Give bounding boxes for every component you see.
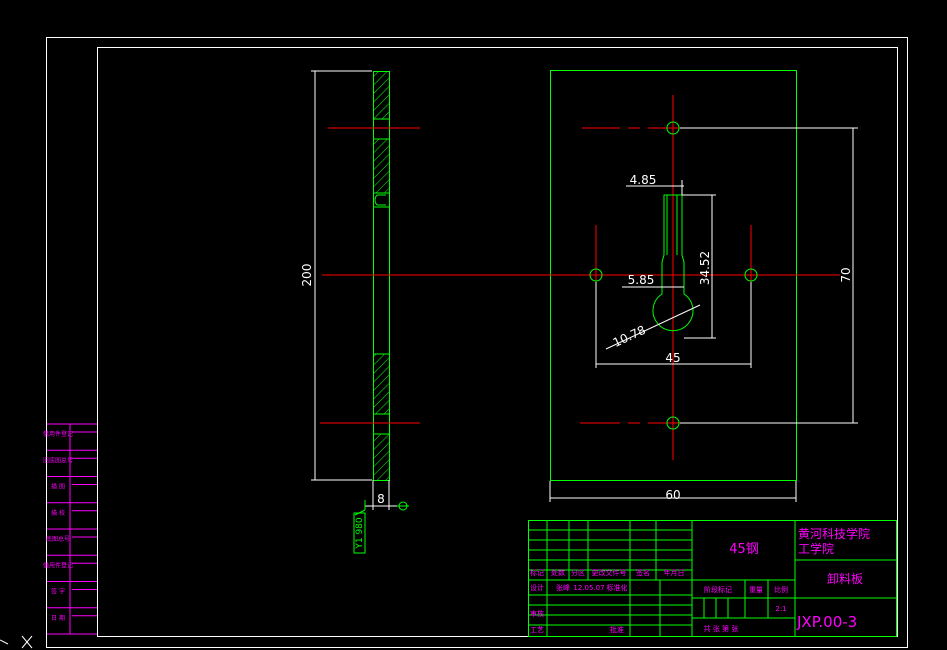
tb-stage-mark: 阶段标记 [704,585,732,594]
material-label: 45钢 [729,542,759,557]
tb-designer: 张峰 [556,583,570,592]
part-name-label: 卸料板 [827,571,863,586]
dim-hole-spacing-h-label: 45 [665,351,680,365]
sidebar-row-label: 描 图 [51,483,65,491]
tb-standardize: 标准化 [607,583,628,592]
tb-change-doc: 更改文件号 [592,568,627,577]
dim-thickness-label: 8 [377,492,385,506]
drawing-number-label: JXP.00-3 [796,613,857,631]
school-label: 黄河科技学院 [798,526,870,541]
sidebar-row-label: 日 期 [51,614,65,622]
tb-design-date: 12.05.07 [573,584,604,592]
sidebar-row-label: 旧底图总号 [43,456,73,464]
tb-ratio: 比例 [774,585,788,594]
dim-hole-spacing-v-label: 70 [839,267,853,282]
dim-width-label: 60 [665,488,680,502]
tb-count: 处数 [551,568,565,577]
tb-process: 工艺 [530,626,544,634]
dim-slot-length-label: 34.52 [698,251,712,285]
roughness-label: Y1 980 [355,517,365,550]
tb-check: 审核 [530,609,544,618]
scale-value: 2:1 [775,605,786,613]
tb-weight: 重量 [749,586,763,594]
tb-sign: 签名 [636,568,650,577]
sidebar-row-label: 借用件登记 [43,430,73,438]
sidebar-row-label: 签 字 [51,588,65,596]
sidebar-row-label: 借用件登记 [43,561,73,569]
tb-sheets: 共 张 第 张 [704,624,739,633]
sidebar-row-label: 描 校 [51,509,65,517]
dim-length-label: 200 [300,264,314,287]
tb-zone: 分区 [571,568,585,577]
tb-date: 年月日 [664,568,685,577]
school-sub-label: 工学院 [798,541,834,556]
dim-offset-label: 5.85 [628,273,655,287]
dim-slot-width-label: 4.85 [630,173,657,187]
sidebar-row-label: 底图总号 [46,535,70,543]
tb-mark: 标记 [530,568,544,577]
tb-approve: 批准 [610,625,624,634]
tb-design: 设计 [530,583,544,592]
cad-drawing-canvas[interactable]: 借用件登记旧底图总号描 图描 校底图总号借用件登记签 字日 期 200 8 Y1… [0,0,947,650]
